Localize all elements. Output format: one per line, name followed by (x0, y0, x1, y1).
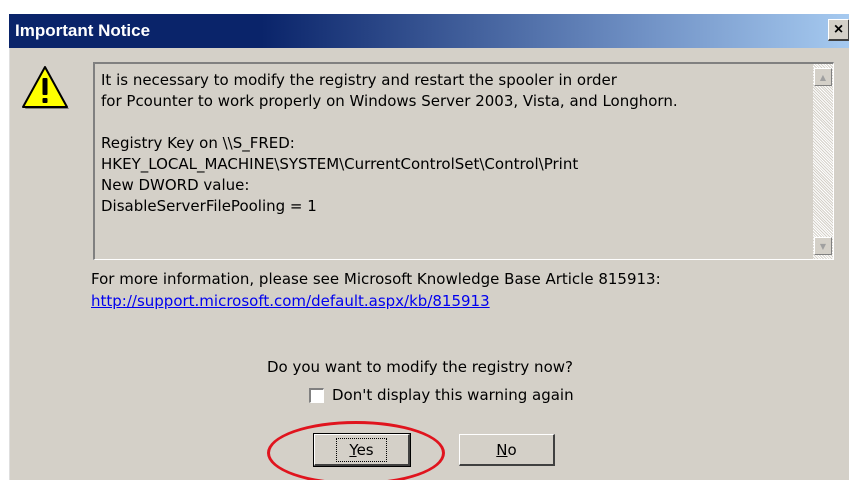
no-button[interactable]: No (459, 434, 555, 466)
dont-display-warning-label[interactable]: Don't display this warning again (332, 386, 574, 404)
modify-registry-question: Do you want to modify the registry now? (267, 358, 573, 376)
important-notice-dialog: Important Notice × It is necessary to mo… (8, 13, 849, 480)
triangle-up-icon: ▲ (819, 72, 827, 82)
scroll-up-button[interactable]: ▲ (814, 68, 832, 86)
dialog-title: Important Notice (15, 21, 151, 40)
more-info-text: For more information, please see Microso… (91, 270, 661, 288)
warning-icon (22, 66, 69, 109)
triangle-down-icon: ▼ (819, 241, 827, 251)
close-button[interactable]: × (828, 19, 849, 41)
no-button-label: No (496, 440, 517, 459)
yes-button[interactable]: Yes (313, 433, 411, 467)
vertical-scrollbar[interactable]: ▲ ▼ (813, 64, 833, 259)
title-bar[interactable]: Important Notice × (9, 14, 849, 48)
scroll-down-button[interactable]: ▼ (814, 237, 832, 255)
message-textbox[interactable]: It is necessary to modify the registry a… (93, 62, 834, 260)
message-text: It is necessary to modify the registry a… (101, 71, 678, 215)
close-icon: × (833, 20, 844, 38)
yes-button-label: Yes (336, 437, 387, 462)
dont-display-warning-option[interactable]: Don't display this warning again (309, 386, 574, 404)
dont-display-warning-checkbox[interactable] (309, 387, 324, 403)
kb-article-link[interactable]: http://support.microsoft.com/default.asp… (91, 292, 490, 310)
